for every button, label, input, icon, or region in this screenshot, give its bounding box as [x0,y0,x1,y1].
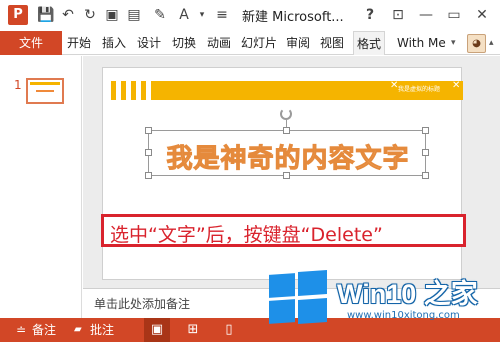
user-menu-caret-icon[interactable]: ▾ [451,31,456,55]
watermark: Win10 之家 www.win10xitong.com [265,268,500,330]
ribbon-display-icon[interactable]: ⊡ [388,4,408,26]
resize-handle[interactable] [145,127,152,134]
tab-review[interactable]: 审阅 [286,31,310,55]
help-icon[interactable]: ? [360,4,380,26]
notes-button[interactable]: 备注 [32,318,56,342]
normal-view-icon[interactable]: ▣ [144,318,170,342]
document-title: 新建 Microsoft... [242,10,344,25]
band-stripe [141,81,146,100]
band-close-icon: ✕ [452,80,461,91]
restore-icon[interactable]: ▭ [444,4,464,26]
windows-logo-icon [269,269,327,325]
watermark-url: www.win10xitong.com [347,310,460,321]
close-icon[interactable]: ✕ [472,4,492,26]
band-stripe [111,81,116,100]
collapse-ribbon-icon[interactable]: ▴ [489,31,494,55]
tab-transitions[interactable]: 切换 [172,31,196,55]
instruction-callout: 选中“文字”后，按键盘“Delete” [101,214,466,247]
tab-animations[interactable]: 动画 [207,31,231,55]
tab-design[interactable]: 设计 [137,31,161,55]
thumbnail-band [30,82,60,85]
resize-handle[interactable] [145,149,152,156]
watermark-title: Win10 之家 [337,279,478,309]
new-slide-icon[interactable]: ▤ [124,5,144,25]
redo-icon[interactable]: ↻ [80,5,100,25]
font-color-icon[interactable]: A [174,5,194,25]
tab-file[interactable]: 文件 [0,31,62,55]
rotate-handle-icon[interactable] [280,108,292,120]
slide-thumbnail-pane: 1 [0,56,82,318]
notes-icon[interactable]: ≐ [16,318,26,342]
save-icon[interactable]: 💾 [36,5,56,25]
format-painter-icon[interactable]: ✎ [150,5,170,25]
resize-handle[interactable] [422,127,429,134]
slide-content-text[interactable]: 我是神奇的内容文字 [152,138,424,175]
band-stripe [121,81,126,100]
band-stripe [131,81,136,100]
undo-icon[interactable]: ↶ [58,5,78,25]
slide-thumbnail[interactable] [26,78,64,104]
user-name[interactable]: With Me [397,31,446,55]
font-color-dropdown-icon[interactable]: ▾ [192,5,212,25]
instruction-text: 选中“文字”后，按键盘“Delete” [110,224,383,246]
tab-format[interactable]: 格式 [353,31,386,55]
resize-handle[interactable] [283,127,290,134]
avatar[interactable]: ◕ [467,34,486,53]
reading-view-icon[interactable]: ▯ [216,318,242,342]
thumbnail-text [36,90,54,92]
tab-insert[interactable]: 插入 [102,31,126,55]
from-start-icon[interactable]: ▣ [102,5,122,25]
powerpoint-logo-icon: P [8,5,28,25]
band-title: 我是虚拟的标题 [398,86,441,93]
tab-slideshow[interactable]: 幻灯片 [241,31,277,55]
notes-placeholder: 单击此处添加备注 [94,297,191,311]
title-bar: P 💾 ↶ ↻ ▣ ▤ ✎ A ▾ ≡ 新建 Microsoft... ? ⊡ … [0,0,500,31]
minimize-icon[interactable]: — [416,4,436,26]
tab-home[interactable]: 开始 [67,31,91,55]
slide-number: 1 [14,78,22,92]
ribbon-tab-row: 文件 开始 插入 设计 切换 动画 幻灯片 审阅 视图 格式 With Me ▾… [0,31,500,55]
resize-handle[interactable] [145,172,152,179]
comments-button[interactable]: 批注 [90,318,114,342]
customize-quick-access-icon[interactable]: ≡ [212,5,232,25]
tab-view[interactable]: 视图 [320,31,344,55]
slide-sorter-icon[interactable]: ⊞ [180,318,206,342]
comments-icon[interactable]: ▰ [74,318,82,342]
